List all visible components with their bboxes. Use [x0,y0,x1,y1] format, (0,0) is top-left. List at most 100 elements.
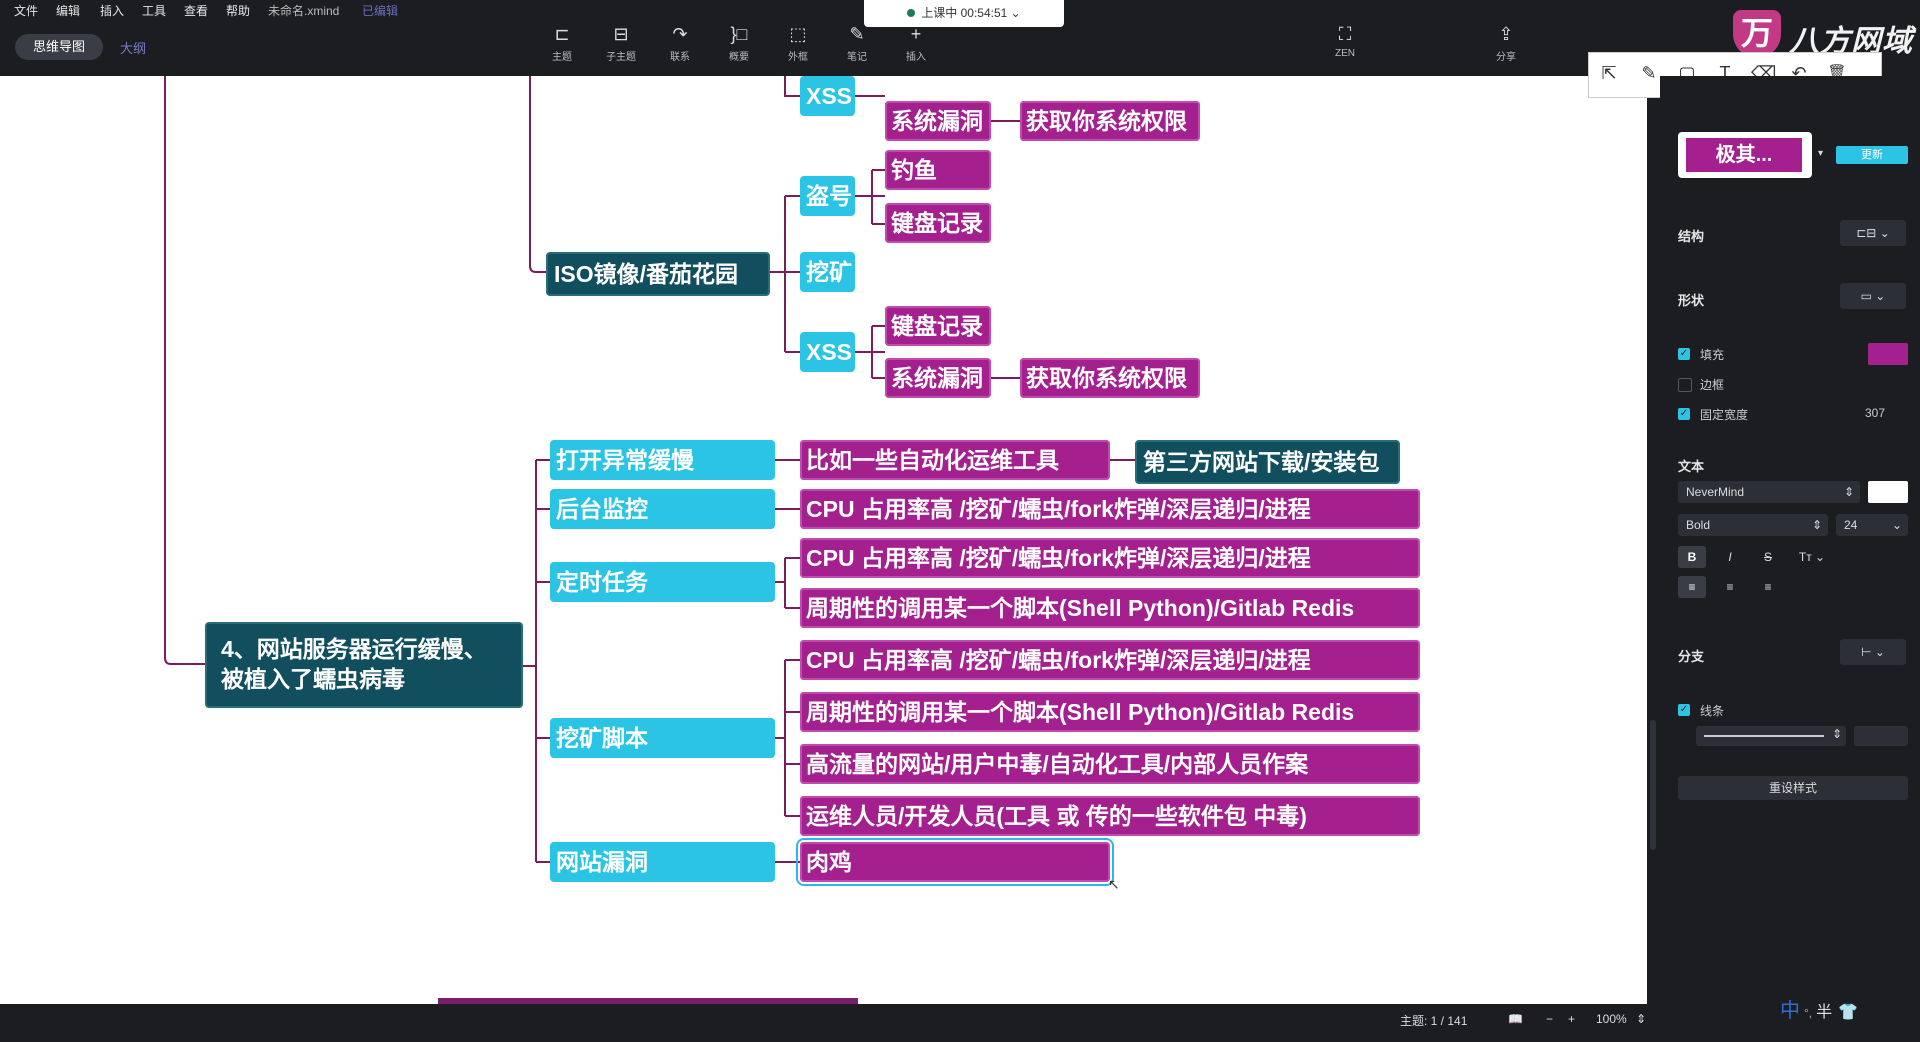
menu-help[interactable]: 帮助 [226,2,250,19]
node-periodic-script-2[interactable]: 周期性的调用某一个脚本(Shell Python)/Gitlab Redis [800,692,1420,732]
tab-mindmap[interactable]: 思维导图 [15,34,103,60]
zoom-out-button[interactable]: − [1546,1012,1553,1026]
font-weight-select[interactable]: Bold ⇕ [1678,514,1828,536]
node-steal-account[interactable]: 盗号 [800,176,855,216]
align-center-icon[interactable]: ≡ [1716,576,1744,598]
ime-indicator[interactable]: 中 °, 半 👕 [1780,994,1858,1023]
subtopic-button[interactable]: ⊟ 子主题 [592,22,650,68]
node-periodic-script-1[interactable]: 周期性的调用某一个脚本(Shell Python)/Gitlab Redis [800,588,1420,628]
fixed-width-value[interactable]: 307 [1865,406,1885,420]
bold-button[interactable]: B [1678,546,1706,568]
font-family-select[interactable]: NeverMind ⇕ [1678,481,1860,503]
book-icon[interactable]: 📖 [1508,1012,1523,1026]
ime-width-mode: 半 [1816,1004,1833,1021]
share-label: 分享 [1496,52,1516,63]
align-right-icon[interactable]: ≡ [1754,576,1782,598]
zoom-level[interactable]: 100% [1596,1012,1627,1026]
line-width-select[interactable] [1854,726,1908,746]
node-auto-ops-tools[interactable]: 比如一些自动化运维工具 [800,440,1110,480]
reset-style-button[interactable]: 重设样式 [1678,776,1908,800]
topic-button[interactable]: ⊏ 主题 [533,22,591,68]
text-case-button[interactable]: Tт ⌄ [1792,546,1832,568]
font-weight-value: Bold [1686,518,1711,532]
pen-icon[interactable]: ✎ [1637,63,1661,84]
node-iso-image[interactable]: ISO镜像/番茄花园 [546,252,770,296]
topic-label: 主题 [552,52,572,63]
node-high-traffic[interactable]: 高流量的网站/用户中毒/自动化工具/内部人员作案 [800,744,1420,784]
font-size-value: 24 [1844,518,1858,532]
node-get-privilege-2[interactable]: 获取你系统权限 [1020,358,1200,398]
text-color-swatch[interactable] [1868,481,1908,503]
node-get-privilege-1[interactable]: 获取你系统权限 [1020,101,1200,141]
italic-button[interactable]: I [1716,546,1744,568]
style-preview-card[interactable]: 极其... [1678,132,1812,178]
recording-indicator[interactable]: 上课中 00:54:51 ⌄ [864,0,1064,27]
node-xss-top[interactable]: XSS [800,76,855,116]
recording-dot-icon [907,9,916,17]
share-button[interactable]: ⇪ 分享 [1477,22,1535,68]
branch-select[interactable]: ⊢ ⌄ [1840,639,1906,665]
boundary-icon: ⬚ [789,24,807,44]
share-icon: ⇪ [1498,24,1514,44]
relationship-button[interactable]: ↷ 联系 [651,22,709,68]
menu-edit[interactable]: 编辑 [56,2,80,19]
select-arrow-icon[interactable]: ⇱ [1597,63,1621,84]
menu-insert[interactable]: 插入 [100,2,124,19]
node-third-party-download[interactable]: 第三方网站下载/安装包 [1135,440,1400,484]
menu-view[interactable]: 查看 [184,2,208,19]
strikethrough-button[interactable]: S [1754,546,1782,568]
mindmap-canvas[interactable]: XSS 系统漏洞 获取你系统权限 盗号 钓鱼 键盘记录 ISO镜像/番茄花园 挖… [0,76,1647,1004]
node-phishing[interactable]: 钓鱼 [885,150,991,190]
structure-select[interactable]: ⊏⊟ ⌄ [1840,220,1906,246]
shape-select[interactable]: ▭ ⌄ [1840,283,1906,309]
horizontal-scroll-indicator[interactable] [438,998,858,1004]
panel-scrollbar[interactable] [1650,720,1656,850]
fixed-width-label: 固定宽度 [1700,408,1749,422]
node-website-vuln[interactable]: 网站漏洞 [550,842,775,882]
node-keylogger-1[interactable]: 键盘记录 [885,203,991,243]
node-cpu-high-3[interactable]: CPU 占用率高 /挖矿/蠕虫/fork炸弹/深层递归/进程 [800,640,1420,680]
menu-tools[interactable]: 工具 [142,2,166,19]
line-checkbox[interactable]: ✓ [1678,704,1690,716]
ime-lang: 中 [1780,1000,1800,1022]
node-keylogger-2[interactable]: 键盘记录 [885,306,991,346]
fixed-width-checkbox[interactable]: ✓ [1678,408,1690,420]
node-cpu-high-2[interactable]: CPU 占用率高 /挖矿/蠕虫/fork炸弹/深层递归/进程 [800,538,1420,578]
summary-button[interactable]: }□ 概要 [710,22,768,68]
border-label: 边框 [1700,378,1725,392]
node-system-vuln-1[interactable]: 系统漏洞 [885,101,991,141]
node-background-monitor[interactable]: 后台监控 [550,489,775,529]
node-cron-task[interactable]: 定时任务 [550,562,775,602]
line-label: 线条 [1700,704,1725,718]
node-xss-2[interactable]: XSS [800,332,855,372]
node-mining-script[interactable]: 挖矿脚本 [550,718,775,758]
node-main-topic[interactable]: 4、网站服务器运行缓慢、 被植入了蠕虫病毒 [205,622,523,708]
recording-text: 上课中 00:54:51 [921,6,1008,20]
line-style-select[interactable]: ⇕ [1696,726,1846,746]
shape-label: 形状 [1678,293,1705,308]
note-button[interactable]: ✎ 笔记 [828,22,886,68]
topic-icon: ⊏ [554,24,570,44]
menu-file[interactable]: 文件 [14,2,38,19]
tab-outline[interactable]: 大纲 [120,38,146,57]
main-topic-line-1: 4、网站服务器运行缓慢、 [221,636,487,662]
node-slow-open[interactable]: 打开异常缓慢 [550,440,775,480]
style-dropdown-icon[interactable]: ▾ [1818,148,1823,159]
zoom-in-button[interactable]: + [1568,1012,1575,1026]
border-checkbox[interactable] [1678,378,1692,392]
font-size-select[interactable]: 24 ⌄ [1836,514,1908,536]
node-ops-developers[interactable]: 运维人员/开发人员(工具 或 传的一些软件包 中毒) [800,796,1420,836]
zen-button[interactable]: ⛶ ZEN [1316,22,1374,68]
fill-checkbox[interactable]: ✓ [1678,348,1690,360]
node-mining[interactable]: 挖矿 [800,252,855,292]
align-left-icon[interactable]: ≡ [1678,576,1706,598]
node-zombie-selected[interactable]: 肉鸡 [796,838,1114,886]
node-cpu-high-1[interactable]: CPU 占用率高 /挖矿/蠕虫/fork炸弹/深层递归/进程 [800,489,1420,529]
insert-label: 插入 [906,52,926,63]
node-system-vuln-2[interactable]: 系统漏洞 [885,358,991,398]
zoom-stepper-icon[interactable]: ⇕ [1636,1012,1646,1026]
update-style-button[interactable]: 更新 [1836,146,1908,164]
fill-color-swatch[interactable] [1868,343,1908,365]
insert-button[interactable]: + 插入 [887,22,945,68]
boundary-button[interactable]: ⬚ 外框 [769,22,827,68]
